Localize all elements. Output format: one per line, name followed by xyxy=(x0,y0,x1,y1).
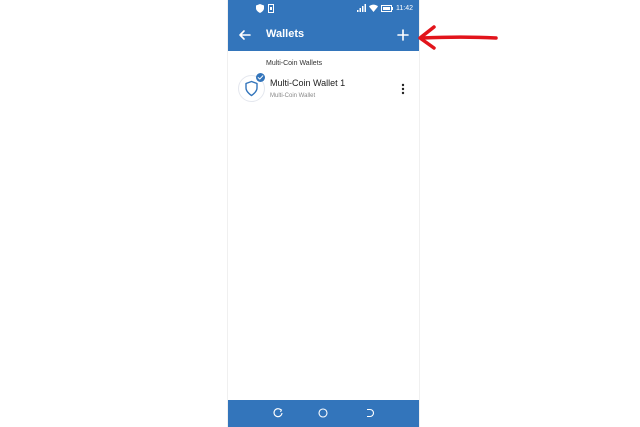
selected-check-badge xyxy=(256,73,265,82)
status-time: 11:42 xyxy=(396,4,413,12)
status-bar: 11:42 xyxy=(228,0,419,19)
shield-status-icon xyxy=(256,4,264,13)
check-icon xyxy=(257,75,264,80)
back-icon[interactable] xyxy=(362,406,376,420)
status-left-icons xyxy=(256,4,274,13)
signal-icon xyxy=(357,4,366,12)
wallet-type: Multi-Coin Wallet xyxy=(270,93,316,99)
sim-status-icon xyxy=(268,4,274,13)
app-bar: Wallets xyxy=(228,19,419,51)
more-options-icon[interactable] xyxy=(399,82,407,96)
phone-screen: 11:42 Wallets Multi-Coin Wallets Multi-C… xyxy=(227,0,420,427)
add-wallet-button[interactable] xyxy=(393,25,413,45)
wifi-icon xyxy=(369,4,378,12)
wallet-name: Multi-Coin Wallet 1 xyxy=(270,78,346,88)
section-header: Multi-Coin Wallets xyxy=(266,60,323,67)
home-icon[interactable] xyxy=(316,406,330,420)
red-annotation-arrow xyxy=(418,25,498,50)
page-title: Wallets xyxy=(266,28,305,40)
back-arrow-icon[interactable] xyxy=(235,25,255,45)
battery-icon xyxy=(381,4,393,12)
system-nav-bar xyxy=(228,400,419,427)
wallet-list-item[interactable]: Multi-Coin Wallet 1 Multi-Coin Wallet xyxy=(228,70,419,106)
recent-apps-icon[interactable] xyxy=(271,406,285,420)
status-right-icons: 11:42 xyxy=(357,4,413,12)
